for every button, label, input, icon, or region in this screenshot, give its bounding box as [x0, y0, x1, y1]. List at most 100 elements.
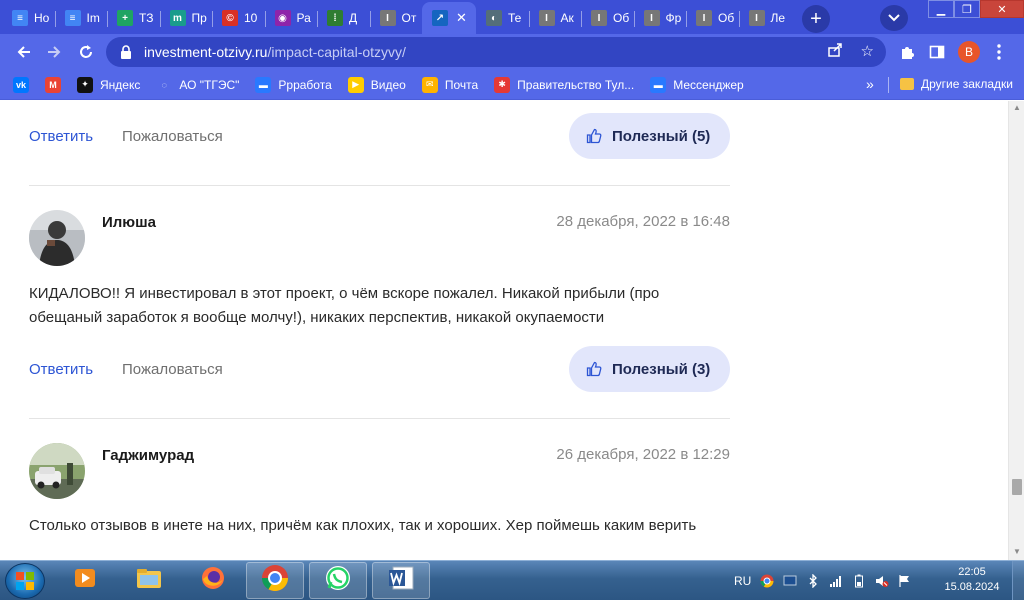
taskbar-app-explorer[interactable] — [120, 562, 178, 599]
menu-button[interactable] — [988, 41, 1010, 63]
reload-icon — [80, 45, 92, 58]
whatsapp-icon — [324, 564, 352, 597]
bookmark-item[interactable]: ▶ Видео — [347, 76, 406, 93]
scroll-down-icon[interactable]: ▼ — [1012, 547, 1022, 557]
browser-tab[interactable]: I Ак — [528, 2, 582, 34]
taskbar-app-firefox[interactable] — [184, 562, 242, 599]
share-icon[interactable] — [827, 42, 843, 62]
circle-p-icon: ◉ — [274, 10, 291, 26]
address-bar[interactable]: investment-otzivy.ru/impact-capital-otzy… — [106, 37, 886, 67]
tab-title: Пр — [191, 11, 207, 25]
taskbar-app-whatsapp[interactable] — [309, 562, 367, 599]
chrome-icon — [261, 564, 289, 597]
useful-button[interactable]: Полезный (3) — [569, 346, 730, 392]
bookmark-item[interactable]: vk — [13, 76, 29, 93]
volume-muted-icon[interactable] — [875, 574, 889, 588]
action-center-flag-icon[interactable] — [898, 574, 912, 588]
language-indicator[interactable]: RU — [734, 574, 751, 588]
start-button[interactable] — [5, 563, 45, 599]
avatar — [29, 443, 85, 499]
back-button[interactable] — [12, 40, 36, 64]
bookmarks-overflow-button[interactable]: » — [866, 76, 874, 92]
browser-tab[interactable]: I Фр — [633, 2, 687, 34]
browser-tab[interactable]: I От — [369, 2, 423, 34]
extensions-button[interactable] — [896, 41, 918, 63]
puzzle-icon — [902, 47, 914, 59]
comment-author[interactable]: Илюша — [102, 214, 156, 231]
gmail-icon: M — [45, 76, 61, 93]
browser-tab[interactable]: ◐ Те — [476, 2, 529, 34]
forward-button[interactable] — [42, 40, 66, 64]
comment-author[interactable]: Гаджимурад — [102, 447, 194, 464]
word-icon — [387, 564, 415, 597]
bookmark-item[interactable]: ✱ Правительство Тул... — [494, 76, 635, 93]
bookmark-item[interactable]: M — [45, 76, 61, 93]
report-link[interactable]: Пожаловаться — [122, 361, 223, 378]
chrome-tray-icon[interactable] — [760, 574, 774, 588]
bar-icon: I — [696, 10, 712, 26]
play-icon: ▶ — [347, 76, 364, 93]
tab-title: Д — [349, 11, 358, 25]
bookmark-item[interactable]: ✉ Почта — [421, 76, 478, 93]
bluetooth-icon[interactable] — [806, 574, 820, 588]
system-clock[interactable]: 22:05 15.08.2024 — [944, 565, 1000, 595]
tab-title: ТЗ — [139, 11, 154, 25]
reload-button[interactable] — [74, 40, 98, 64]
browser-tab[interactable]: ≡ Im — [54, 2, 108, 34]
bookmark-item[interactable]: ◌ АО "ТГЭС" — [156, 76, 239, 93]
url-text[interactable]: investment-otzivy.ru/impact-capital-otzy… — [144, 44, 406, 60]
useful-button[interactable]: Полезный (5) — [569, 113, 730, 159]
network-adapter-icon[interactable] — [783, 574, 797, 588]
taskbar-app-media-player[interactable] — [56, 562, 114, 599]
arrow-right-icon — [48, 46, 61, 58]
tab-search-button[interactable] — [880, 5, 908, 31]
star-icon[interactable]: ☆ — [861, 42, 874, 62]
bookmark-label: Правительство Тул... — [517, 77, 635, 92]
vk-icon: vk — [13, 76, 29, 93]
restore-button[interactable]: ❐ — [954, 0, 980, 18]
scroll-thumb[interactable] — [1012, 479, 1022, 495]
browser-tab[interactable]: m Пр — [159, 2, 213, 34]
tab-title: Im — [86, 11, 100, 25]
new-tab-button[interactable]: + — [802, 5, 830, 33]
browser-tab[interactable]: © 10 — [212, 2, 265, 34]
bar-icon: I — [748, 10, 765, 26]
taskbar-app-word[interactable] — [372, 562, 430, 599]
tab-close-icon[interactable]: ✕ — [456, 10, 467, 26]
profile-avatar[interactable]: B — [958, 41, 980, 63]
browser-tab[interactable]: ◉ Ра — [264, 2, 318, 34]
scroll-up-icon[interactable]: ▲ — [1012, 103, 1022, 113]
browser-tab[interactable]: I Об — [686, 2, 739, 34]
close-window-button[interactable]: ✕ — [980, 0, 1024, 18]
reply-link[interactable]: Ответить — [29, 128, 93, 145]
browser-tab[interactable]: ≡ Но — [2, 2, 55, 34]
report-link[interactable]: Пожаловаться — [122, 128, 223, 145]
browser-tab[interactable]: ↗ ✕ — [422, 2, 476, 34]
side-panel-button[interactable] — [926, 41, 948, 63]
show-desktop-button[interactable] — [1012, 561, 1024, 600]
minimize-button[interactable]: ▁ — [928, 0, 954, 18]
chat-icon: ▬ — [650, 76, 667, 93]
chart-up-icon: ↗ — [432, 10, 448, 26]
taskbar-app-chrome[interactable] — [246, 562, 304, 599]
lock-icon[interactable] — [118, 44, 134, 60]
bookmark-item[interactable]: ▬ Ррработа — [255, 76, 332, 93]
tab-list: ≡ Но ≡ Im + ТЗ m Пр © 10 ◉ Ра ⁞ Д I От ↗ ✕ ◐ Те I Ак I Об I Фр I Об… — [2, 2, 791, 34]
emblem-icon: ✱ — [494, 76, 511, 93]
comment-text: КИДАЛОВО!! Я инвестировал в этот проект,… — [29, 285, 660, 326]
bookmark-label: Мессенджер — [673, 77, 744, 92]
browser-tab[interactable]: ⁞ Д — [317, 2, 370, 34]
bar-icon: I — [379, 10, 396, 26]
browser-tab[interactable]: I Об — [581, 2, 634, 34]
signal-icon[interactable] — [829, 574, 843, 588]
browser-tab[interactable]: + ТЗ — [107, 2, 160, 34]
other-bookmarks-folder[interactable]: Другие закладки — [900, 77, 1013, 91]
reply-link[interactable]: Ответить — [29, 361, 93, 378]
browser-tab[interactable]: I Ле — [738, 2, 792, 34]
bookmark-item[interactable]: ▬ Мессенджер — [650, 76, 744, 93]
battery-icon[interactable] — [852, 574, 866, 588]
page-scrollbar[interactable]: ▲ ▼ — [1008, 101, 1024, 560]
tab-title: 10 — [244, 11, 258, 25]
explorer-icon — [135, 566, 163, 595]
bookmark-item[interactable]: ✦ Яндекс — [77, 76, 140, 93]
